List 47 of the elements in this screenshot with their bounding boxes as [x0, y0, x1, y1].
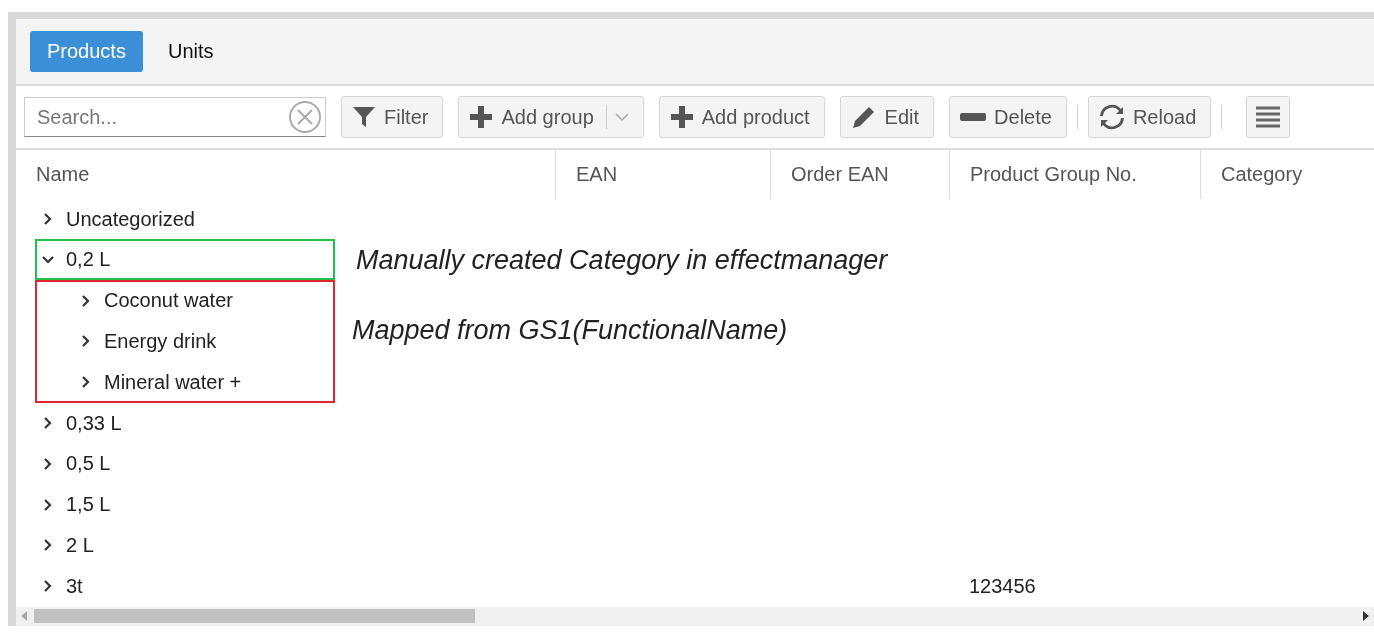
minus-icon — [960, 112, 987, 123]
pencil-icon — [850, 104, 877, 131]
tree-item[interactable]: Mineral water + — [104, 370, 242, 394]
plus-icon — [469, 105, 494, 130]
chevron-right-icon[interactable] — [42, 417, 54, 429]
tree-item[interactable]: Energy drink — [104, 329, 217, 353]
tree-item[interactable]: 3t — [66, 574, 83, 598]
tree-item[interactable]: 2 L — [66, 533, 94, 557]
tree-item[interactable]: 0,2 L — [66, 248, 111, 272]
annotation-text: Manually created Category in effectmanager — [356, 244, 888, 276]
tab[interactable]: Units — [150, 31, 231, 72]
chevron-right-icon[interactable] — [42, 539, 54, 552]
column-header[interactable]: Name — [16, 150, 555, 199]
chevron-right-icon[interactable] — [42, 580, 54, 593]
chevron-right-icon[interactable] — [42, 498, 54, 511]
chevron-down-icon[interactable] — [42, 253, 54, 266]
chevron-right-icon[interactable] — [42, 213, 54, 225]
scrollbar-thumb[interactable] — [34, 609, 475, 624]
scroll-right-icon[interactable] — [1362, 611, 1370, 622]
chevron-right-icon[interactable] — [80, 376, 92, 389]
column-header[interactable]: Order EAN — [770, 150, 949, 199]
tree-item[interactable]: 1,5 L — [66, 493, 111, 517]
tree-item[interactable]: 0,5 L — [66, 452, 111, 476]
search-field[interactable]: Search... — [24, 97, 326, 138]
tree-item[interactable]: 0,33 L — [66, 411, 122, 435]
funnel-icon — [352, 105, 376, 130]
menu-button[interactable] — [1246, 96, 1291, 139]
toolbar-button[interactable]: Edit — [839, 96, 935, 139]
chevron-right-icon[interactable] — [80, 335, 92, 348]
toolbar-button[interactable]: Reload — [1087, 96, 1212, 139]
split-button[interactable]: Add group — [458, 96, 644, 139]
plus-icon — [669, 105, 694, 130]
tree-item[interactable]: Coconut water — [104, 289, 233, 313]
annotation-text: Mapped from GS1(FunctionalName) — [352, 315, 788, 347]
chevron-right-icon[interactable] — [80, 294, 92, 307]
horizontal-scrollbar[interactable] — [16, 606, 1374, 626]
column-header[interactable]: Product Group No. — [949, 150, 1200, 199]
toolbar-button[interactable]: Filter — [341, 96, 444, 139]
chevron-right-icon[interactable] — [42, 457, 54, 470]
table-cell-text: 123456 — [968, 574, 1037, 598]
menu-icon — [1255, 105, 1282, 130]
column-header[interactable]: EAN — [555, 150, 770, 199]
tree-item[interactable]: Uncategorized — [66, 207, 195, 231]
column-header[interactable]: Category — [1200, 150, 1374, 199]
toolbar-button[interactable]: Add product — [658, 96, 825, 139]
refresh-icon — [1098, 104, 1125, 131]
toolbar-button[interactable]: Delete — [949, 96, 1067, 139]
